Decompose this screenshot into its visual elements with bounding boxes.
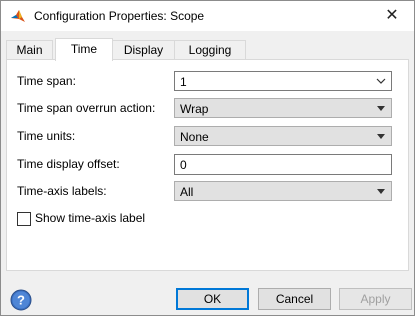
dropdown-arrow-icon [377, 134, 385, 139]
title-bar: Configuration Properties: Scope ✕ [1, 1, 414, 31]
time-span-combobox[interactable]: 1 [174, 71, 392, 91]
tab-time[interactable]: Time [55, 38, 113, 61]
time-offset-label: Time display offset: [17, 157, 120, 171]
tab-display[interactable]: Display [111, 40, 176, 60]
matlab-logo-icon [11, 10, 25, 22]
dropdown-arrow-icon [377, 106, 385, 111]
dropdown-arrow-icon [377, 189, 385, 194]
apply-button[interactable]: Apply [339, 288, 412, 310]
help-icon[interactable]: ? [10, 289, 32, 311]
time-axis-labels-dropdown[interactable]: All [174, 181, 392, 201]
overrun-action-label: Time span overrun action: [17, 101, 156, 115]
time-span-label: Time span: [17, 74, 76, 88]
tab-logging[interactable]: Logging [174, 40, 246, 60]
time-axis-labels-value: All [180, 185, 194, 199]
time-axis-labels-label: Time-axis labels: [17, 184, 107, 198]
time-settings-panel: Time span: 1 Time span overrun action: W… [6, 59, 409, 271]
overrun-action-value: Wrap [180, 102, 209, 116]
time-span-value: 1 [180, 75, 187, 89]
show-time-axis-label-checkbox[interactable] [17, 212, 31, 226]
window-title: Configuration Properties: Scope [34, 9, 205, 23]
ok-button[interactable]: OK [176, 288, 249, 310]
chevron-down-icon[interactable] [374, 74, 388, 88]
show-time-axis-label-text[interactable]: Show time-axis label [35, 211, 145, 225]
time-units-dropdown[interactable]: None [174, 126, 392, 146]
close-icon: ✕ [385, 7, 399, 24]
svg-text:?: ? [17, 293, 25, 308]
overrun-action-dropdown[interactable]: Wrap [174, 98, 392, 118]
time-units-value: None [180, 130, 209, 144]
time-units-label: Time units: [17, 129, 76, 143]
dialog-window: Configuration Properties: Scope ✕ Main T… [0, 0, 415, 316]
close-button[interactable]: ✕ [370, 1, 414, 31]
tab-main[interactable]: Main [6, 40, 53, 60]
cancel-button[interactable]: Cancel [258, 288, 331, 310]
time-offset-value: 0 [180, 158, 187, 172]
time-offset-field[interactable]: 0 [174, 154, 392, 175]
